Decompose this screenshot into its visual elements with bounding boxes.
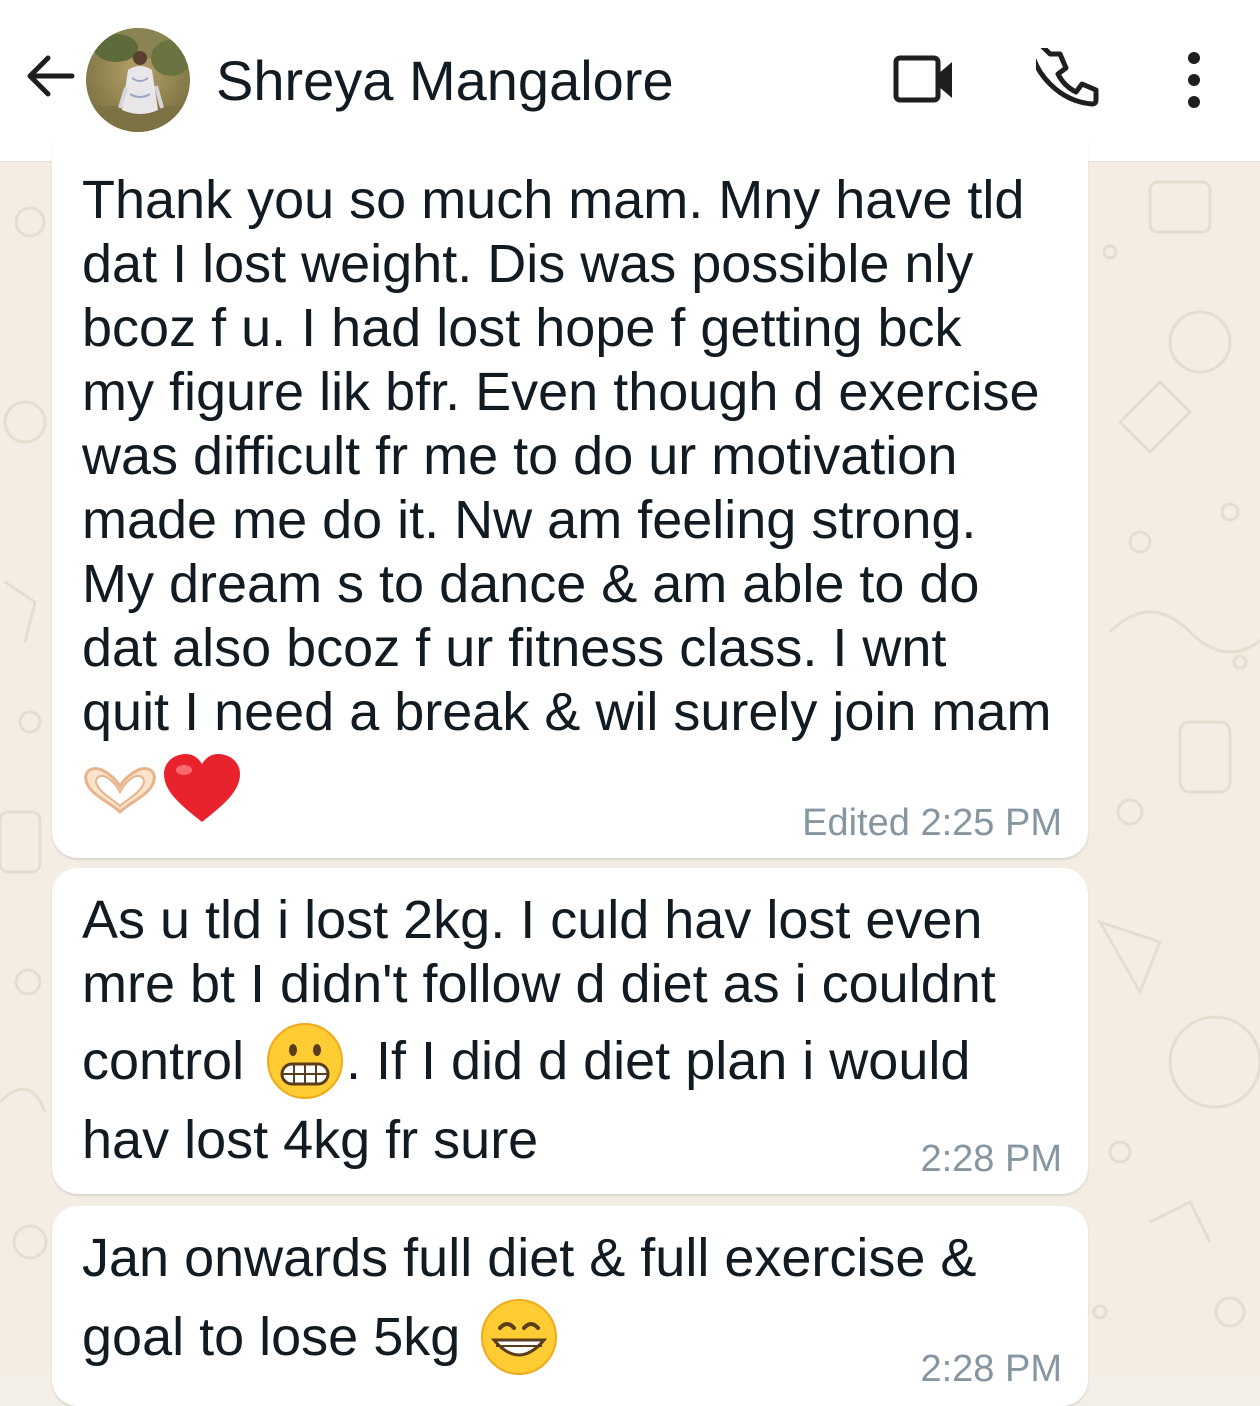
message-text-line: bcoz f u. I had lost hope f getting bck	[82, 298, 962, 358]
message-bubble[interactable]: As u tld i lost 2kg. I culd hav lost eve…	[52, 868, 1088, 1194]
message-text-line: Thank you so much mam. Mny have tld	[82, 170, 1025, 230]
more-options-button[interactable]	[1158, 46, 1230, 118]
red-heart-emoji	[162, 754, 242, 831]
message-text-line: quit I need a break & wil surely join ma…	[82, 682, 1052, 742]
avatar-photo	[86, 28, 190, 132]
message-text-line: Jan onwards full diet & full exercise &	[82, 1228, 977, 1288]
phone-icon	[1027, 35, 1100, 117]
arrow-left-icon	[22, 48, 78, 109]
message-text-line: dat I lost weight. Dis was possible nly	[82, 234, 974, 294]
message-timestamp: 2:28 PM	[920, 1138, 1062, 1180]
message-bubble[interactable]: Thank you so much mam. Mny have tld dat …	[52, 140, 1088, 858]
message-text-line: mre bt I didn't follow d diet as i could…	[82, 954, 996, 1014]
message-text-segment: control	[82, 1031, 245, 1091]
message-text-line: was difficult fr me to do ur motivation	[82, 426, 958, 486]
voice-call-button[interactable]	[1027, 35, 1104, 118]
emoji-row	[80, 754, 250, 826]
message-text-segment: . If I did d diet plan i would	[346, 1031, 971, 1091]
video-call-button[interactable]	[888, 46, 960, 118]
message-text-segment: goal to lose 5kg	[82, 1307, 461, 1367]
message-text-line: My dream s to dance & am able to do	[82, 554, 980, 614]
chat-header: Shreya Mangalore	[0, 0, 1260, 162]
heart-hands-emoji	[80, 762, 160, 823]
message-text-line: As u tld i lost 2kg. I culd hav lost eve…	[82, 890, 983, 950]
contact-name[interactable]: Shreya Mangalore	[216, 46, 674, 116]
more-vertical-icon	[1182, 48, 1206, 117]
message-bubble[interactable]: Jan onwards full diet & full exercise & …	[52, 1206, 1088, 1406]
message-text-line: made me do it. Nw am feeling strong.	[82, 490, 977, 550]
message-text-line: hav lost 4kg fr sure	[82, 1110, 539, 1170]
contact-avatar[interactable]	[86, 28, 190, 132]
video-camera-icon	[892, 52, 956, 113]
message-text-line: dat also bcoz f ur fitness class. I wnt	[82, 618, 947, 678]
grinning-face-emoji	[480, 1298, 558, 1381]
message-text-line: my figure lik bfr. Even though d exercis…	[82, 362, 1040, 422]
message-timestamp: 2:28 PM	[920, 1348, 1062, 1390]
message-timestamp: Edited 2:25 PM	[802, 802, 1062, 844]
back-button[interactable]	[18, 46, 82, 110]
grimacing-face-emoji	[266, 1022, 344, 1105]
